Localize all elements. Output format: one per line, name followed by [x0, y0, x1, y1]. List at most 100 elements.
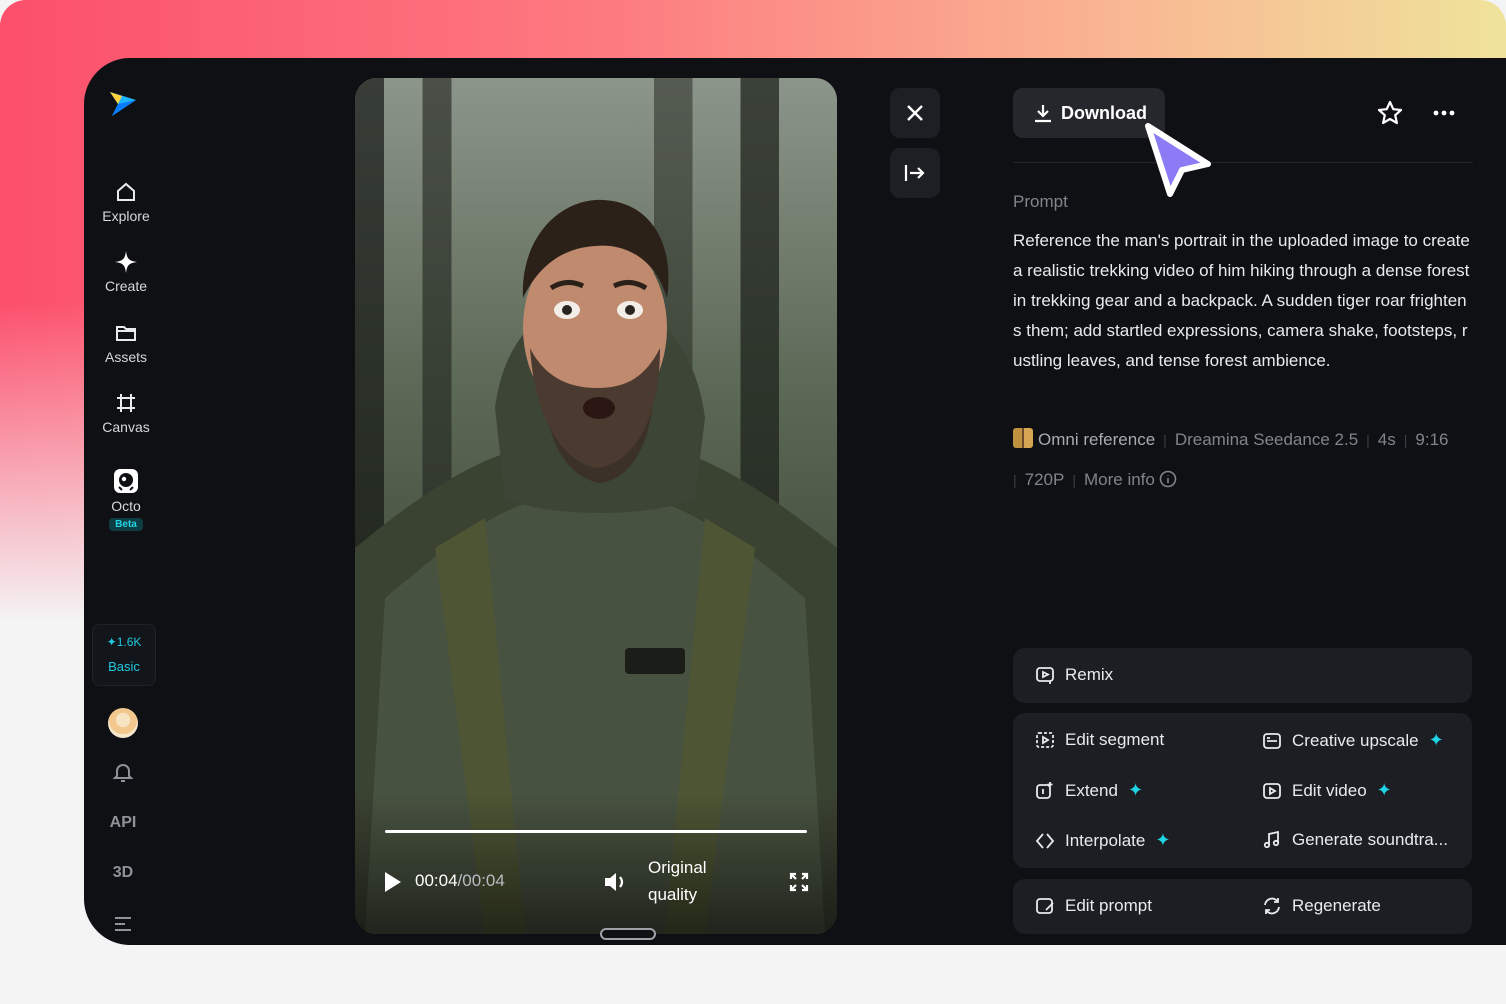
fullscreen-icon[interactable]: [789, 872, 809, 892]
arrow-right-bar-icon: [904, 165, 925, 181]
bell-icon: [112, 764, 134, 782]
drag-handle[interactable]: [600, 928, 656, 940]
home-icon: [117, 182, 135, 201]
plan-label: Basic: [108, 659, 140, 674]
avatar[interactable]: [108, 708, 138, 738]
generate-soundtrack-button[interactable]: Generate soundtra...: [1262, 830, 1448, 850]
app-logo-icon[interactable]: [106, 86, 140, 120]
nav-explore-label: Explore: [102, 208, 150, 224]
close-button[interactable]: [890, 88, 940, 138]
play-icon[interactable]: [383, 871, 403, 893]
refresh-icon: [1264, 897, 1280, 915]
music-note-icon: [1263, 830, 1280, 849]
tools-card: Edit segment Creative upscale ✦ Extend ✦…: [1013, 713, 1472, 868]
prompt-text: Reference the man's portrait in the uplo…: [1013, 231, 1470, 370]
sparkle-icon: [115, 251, 137, 273]
interpolate-label: Interpolate: [1065, 830, 1146, 850]
nav-create[interactable]: Create: [84, 250, 168, 294]
reference-type: Omni reference: [1038, 430, 1156, 449]
interpolate-icon: [1035, 832, 1055, 849]
edit-segment-button[interactable]: Edit segment: [1035, 730, 1164, 750]
edit-segment-label: Edit segment: [1065, 730, 1165, 749]
premium-sparkle-icon: ✦: [1428, 730, 1444, 750]
time-display: 00:04/00:04: [415, 871, 505, 891]
remix-button[interactable]: Remix: [1035, 665, 1113, 685]
nav-assets[interactable]: Assets: [84, 321, 168, 365]
current-time: 00:04: [415, 871, 458, 890]
canvas-icon: [117, 394, 135, 412]
credit-sparkle-icon: ✦: [106, 635, 117, 649]
edit-prompt-icon: [1036, 898, 1054, 914]
regenerate-label: Regenerate: [1292, 896, 1381, 915]
close-icon: [907, 105, 923, 121]
duration: 00:04: [462, 871, 505, 890]
more-options-icon[interactable]: [1433, 110, 1455, 116]
menu-button[interactable]: [84, 914, 162, 939]
reference-thumbnail: [1013, 428, 1033, 448]
regenerate-button[interactable]: Regenerate: [1262, 896, 1381, 916]
premium-sparkle-icon: ✦: [1127, 780, 1144, 800]
generate-soundtrack-label: Generate soundtra...: [1292, 830, 1448, 849]
controls-overlay: [355, 794, 837, 934]
octo-icon: [114, 469, 138, 493]
quality-selector[interactable]: Original quality: [648, 854, 738, 908]
edit-prompt-button[interactable]: Edit prompt: [1035, 896, 1152, 916]
nav-assets-label: Assets: [104, 349, 147, 365]
upscale-icon: [1263, 732, 1281, 749]
edit-prompt-label: Edit prompt: [1065, 896, 1152, 915]
video-duration: 4s: [1377, 430, 1396, 449]
star-icon[interactable]: [1377, 100, 1403, 126]
extend-button[interactable]: Extend ✦: [1035, 780, 1143, 801]
interpolate-button[interactable]: Interpolate ✦: [1035, 830, 1170, 851]
premium-sparkle-icon: ✦: [1376, 780, 1392, 800]
progress-bar[interactable]: [385, 830, 807, 833]
nav-octo[interactable]: Octo Beta: [84, 468, 168, 531]
edit-video-icon: [1263, 782, 1281, 799]
credits-widget[interactable]: ✦1.6K Basic: [92, 624, 156, 686]
prompt-actions-card: Edit prompt Regenerate: [1013, 879, 1472, 934]
download-icon: [1035, 105, 1051, 123]
meta-separator: |: [1072, 472, 1076, 488]
nav-create-label: Create: [104, 278, 148, 294]
download-label: Download: [1061, 102, 1147, 123]
extend-icon: [1036, 781, 1053, 799]
nav-canvas[interactable]: Canvas: [84, 391, 168, 435]
sidebar: Explore Create Assets Canvas Octo Beta ✦…: [84, 58, 168, 945]
aspect-ratio: 9:16: [1415, 430, 1449, 449]
volume-icon[interactable]: [603, 870, 629, 894]
notifications-button[interactable]: [84, 760, 162, 789]
more-info-link[interactable]: More info: [1084, 470, 1155, 489]
credits-amount: 1.6K: [116, 635, 142, 649]
api-button[interactable]: API: [84, 814, 162, 832]
edit-video-button[interactable]: Edit video ✦: [1262, 780, 1392, 801]
meta-separator: |: [1403, 432, 1408, 448]
creative-upscale-label: Creative upscale: [1292, 730, 1419, 750]
premium-sparkle-icon: ✦: [1155, 830, 1171, 850]
nav-canvas-label: Canvas: [102, 419, 150, 435]
details-panel: Download Prompt Reference the man's port…: [1013, 58, 1473, 945]
extend-label: Extend: [1065, 780, 1118, 800]
prompt-label: Prompt: [1013, 192, 1068, 211]
divider: [1013, 162, 1473, 163]
mouse-cursor-icon: [1145, 123, 1211, 197]
nav-octo-label: Octo: [111, 498, 141, 514]
nav-explore[interactable]: Explore: [84, 180, 168, 224]
remix-icon: [1036, 667, 1054, 684]
folder-icon: [116, 326, 136, 341]
remix-card: Remix: [1013, 648, 1472, 703]
beta-badge: Beta: [109, 518, 143, 531]
edit-video-label: Edit video: [1292, 780, 1367, 800]
generation-meta: Omni reference | Dreamina Seedance 2.5 | 4s |…: [1013, 420, 1483, 500]
collapse-panel-button[interactable]: [890, 148, 940, 198]
info-icon[interactable]: [1159, 470, 1177, 488]
menu-icon: [115, 917, 131, 931]
edit-segment-icon: [1036, 732, 1054, 748]
remix-label: Remix: [1065, 665, 1114, 684]
resolution: 720P: [1024, 470, 1065, 489]
meta-separator: |: [1366, 432, 1370, 448]
meta-separator: |: [1013, 472, 1017, 488]
3d-button[interactable]: 3D: [84, 864, 162, 882]
video-player[interactable]: 00:04/00:04 Original quality: [355, 78, 837, 934]
app-window: Explore Create Assets Canvas Octo Beta ✦…: [84, 58, 1506, 945]
creative-upscale-button[interactable]: Creative upscale ✦: [1262, 730, 1444, 751]
